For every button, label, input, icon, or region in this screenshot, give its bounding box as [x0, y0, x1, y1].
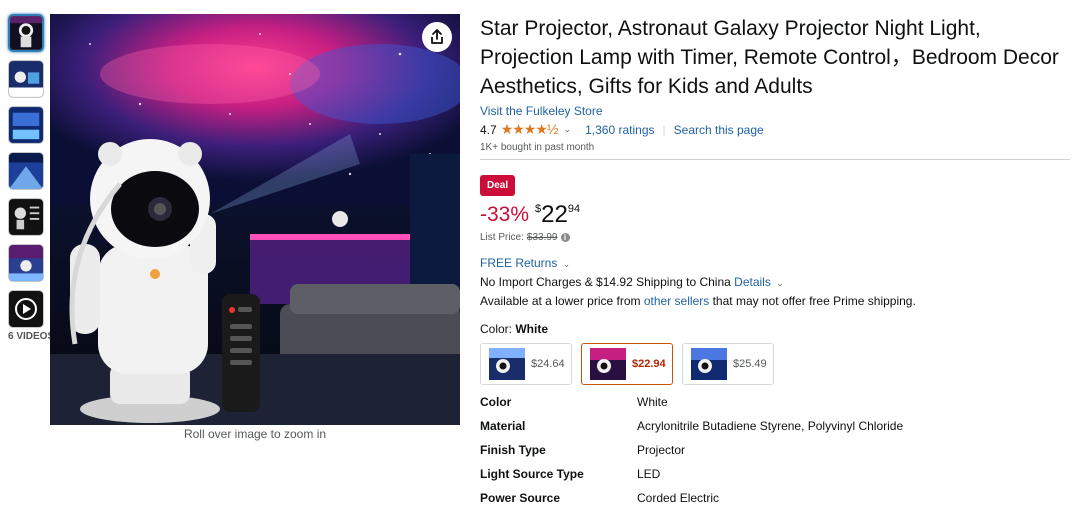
spec-value: Acrylonitrile Butadiene Styrene, Polyvin… — [637, 419, 904, 433]
list-price-value: $33.99 — [526, 232, 558, 243]
discount-percent: -33% — [480, 203, 530, 226]
availability-row: Available at a lower price from other se… — [480, 294, 1070, 308]
other-sellers-link[interactable]: other sellers — [644, 294, 709, 308]
available-suffix: that may not offer free Prime shipping. — [712, 294, 916, 308]
thumbnail-strip: 6 VIDEOS — [8, 14, 54, 342]
info-icon[interactable]: i — [560, 233, 570, 242]
price-fraction: 94 — [567, 203, 581, 215]
spec-key: Color — [480, 395, 512, 409]
spec-key: Power Source — [480, 491, 561, 505]
chevron-down-icon[interactable]: ⌄ — [564, 124, 572, 135]
price-whole: 22 — [541, 201, 568, 228]
free-returns-link[interactable]: FREE Returns — [480, 256, 557, 270]
spec-value: LED — [637, 467, 661, 481]
shipping-text: No Import Charges & $14.92 Shipping to C… — [480, 275, 731, 289]
swatch-thumbnail — [489, 348, 525, 380]
list-price-row: List Price: $33.99 i — [480, 232, 1070, 243]
video-thumbnail[interactable] — [8, 290, 44, 328]
swatch-price: $25.49 — [733, 358, 767, 370]
share-button[interactable] — [422, 22, 452, 52]
swatch-option-3[interactable]: $25.49 — [682, 343, 774, 385]
main-product-image[interactable] — [50, 14, 460, 425]
spec-value: White — [637, 395, 668, 409]
bought-count: 1K+ bought in past month — [480, 142, 595, 153]
specs-table: Color White Material Acrylonitrile Butadie… — [480, 395, 903, 515]
swatch-option-2[interactable]: $22.94 — [581, 343, 673, 385]
chevron-down-icon[interactable]: ⌄ — [563, 259, 571, 269]
video-count-label[interactable]: 6 VIDEOS — [8, 331, 54, 342]
spec-value: Corded Electric — [637, 491, 720, 505]
selected-color: White — [515, 322, 549, 336]
swatch-thumbnail — [590, 348, 626, 380]
color-selector-label: Color: White — [480, 322, 1070, 336]
spec-row: Material Acrylonitrile Butadiene Styrene,… — [480, 419, 903, 443]
list-price-label: List Price: — [480, 232, 524, 243]
swatch-option-1[interactable]: $24.64 — [480, 343, 572, 385]
available-prefix: Available at a lower price from — [480, 294, 641, 308]
ratings-count-link[interactable]: 1,360 ratings — [585, 123, 654, 137]
product-info-panel: Star Projector, Astronaut Galaxy Project… — [480, 14, 1070, 515]
product-photo — [50, 14, 460, 425]
thumbnail-3[interactable] — [8, 106, 44, 144]
thumbnail-1[interactable] — [8, 14, 44, 52]
chevron-down-icon[interactable]: ⌄ — [776, 278, 784, 288]
thumbnail-6[interactable] — [8, 244, 44, 282]
deal-badge: Deal — [480, 175, 516, 196]
store-link[interactable]: Visit the Fulkeley Store — [480, 104, 603, 118]
price-row: -33% $ 22 94 — [480, 201, 1070, 229]
spec-row: Color White — [480, 395, 903, 419]
spec-key: Finish Type — [480, 443, 546, 457]
shipping-row: No Import Charges & $14.92 Shipping to C… — [480, 275, 1070, 289]
details-link[interactable]: Details — [734, 275, 771, 289]
color-label: Color: — [480, 322, 513, 336]
free-returns-row: FREE Returns ⌄ — [480, 256, 1070, 270]
thumbnail-4[interactable] — [8, 152, 44, 190]
share-icon — [431, 29, 443, 44]
swatch-price: $24.64 — [531, 358, 565, 370]
spec-row: Light Source Type LED — [480, 467, 903, 491]
product-title: Star Projector, Astronaut Galaxy Project… — [480, 17, 1059, 98]
thumbnail-2[interactable] — [8, 60, 44, 98]
color-swatches: $24.64 $22.94 $25.49 — [480, 343, 1070, 385]
rating-row: 4.7 ★★★★½ ⌄ 1,360 ratings | Search this … — [480, 121, 1070, 138]
spec-key: Light Source Type — [480, 467, 584, 481]
swatch-price: $22.94 — [632, 358, 666, 370]
thumbnail-5[interactable] — [8, 198, 44, 236]
zoom-hint: Roll over image to zoom in — [183, 427, 327, 441]
swatch-thumbnail — [691, 348, 727, 380]
search-page-link[interactable]: Search this page — [674, 123, 764, 137]
spec-row: Power Source Corded Electric — [480, 491, 903, 515]
spec-row: Finish Type Projector — [480, 443, 903, 467]
divider-line — [480, 159, 1070, 160]
star-icon[interactable]: ★★★★½ — [501, 121, 559, 138]
rating-value: 4.7 — [480, 122, 497, 137]
divider: | — [662, 122, 666, 137]
spec-value: Projector — [637, 443, 686, 457]
play-icon — [15, 298, 37, 320]
spec-key: Material — [480, 419, 526, 433]
